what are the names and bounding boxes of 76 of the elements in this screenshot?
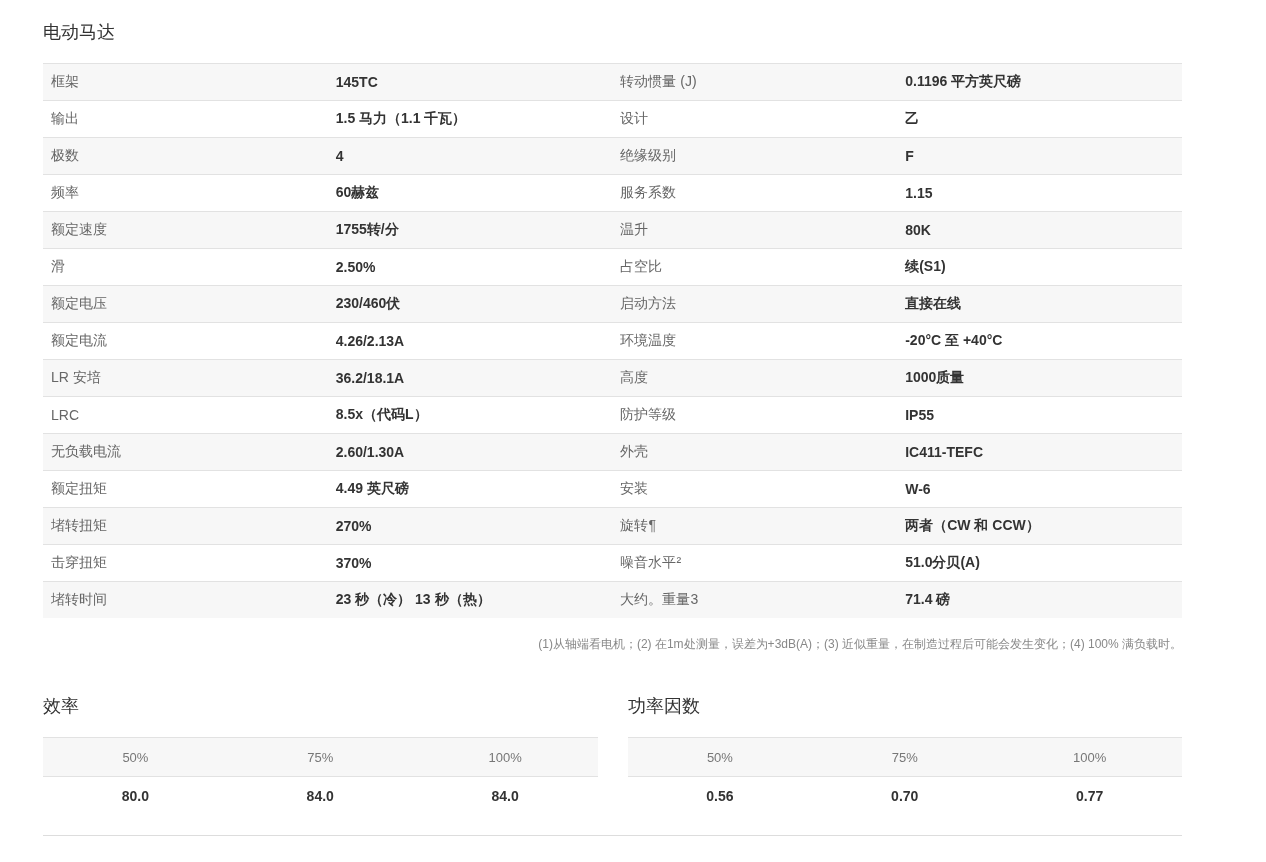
table-title: 功率因数 [627,695,700,718]
spec-label: 环境温度 [620,332,677,348]
spec-label: 额定速度 [51,221,107,237]
spec-label: 高度 [620,369,649,385]
spec-value: 4.26/2.13A [335,333,405,349]
spec-label: 额定扭矩 [51,480,107,496]
spec-value: 71.4 磅 [905,591,951,607]
spec-value: 1000质量 [905,369,965,385]
spec-label: LR 安培 [51,369,101,385]
spec-label: 温升 [620,221,649,237]
spec-value: W-6 [905,481,931,497]
column-header: 50% [627,737,813,777]
spec-label: 输出 [51,110,79,126]
column-header: 100% [997,737,1182,777]
spec-label: 设计 [620,110,649,126]
table-cell: 0.56 [627,776,813,815]
section-title: 电动马达 [43,21,115,44]
spec-label: 占空比 [620,258,663,274]
spec-value: 370% [335,555,372,571]
spec-value: 8.5x（代码L） [335,406,428,422]
spec-value: 1755转/分 [335,221,399,237]
footnote: (1)从轴端看电机；(2) 在1m处测量，误差为+3dB(A)；(3) 近似重量，在制造过程后可能会发生变化；(4) 100% 满负载时。 [538,636,1182,653]
spec-value: 80K [905,222,931,238]
table-cell: 84.0 [412,776,598,815]
spec-value: 1.5 马力（1.1 千瓦） [335,110,467,126]
spec-value: 1.15 [905,185,933,201]
table-cell: 84.0 [227,776,413,815]
spec-label: 无负载电流 [51,443,121,459]
spec-value: 230/460伏 [335,295,401,311]
spec-value: 直接在线 [905,295,962,311]
spec-label: 外壳 [620,443,649,459]
spec-value: 乙 [905,110,920,126]
spec-value: IC411-TEFC [905,444,983,460]
spec-label: 击穿扭矩 [51,554,107,570]
column-header: 75% [812,737,998,777]
spec-label: 旋转¶ [620,517,656,533]
spec-label: 服务系数 [620,184,677,200]
column-header: 50% [43,737,228,777]
spec-label: 启动方法 [620,295,677,311]
spec-value: F [905,148,914,164]
table-cell: 0.77 [997,776,1182,815]
spec-value: 2.50% [335,259,376,275]
spec-value: 两者（CW 和 CCW） [905,517,1040,533]
spec-label: 防护等级 [620,406,677,422]
spec-label: 额定电流 [51,332,107,348]
spec-label: 大约。重量3 [620,591,699,607]
spec-label: LRC [51,407,79,423]
spec-value: 4 [335,148,344,164]
spec-label: 转动惯量 (J) [620,73,697,89]
table-cell: 80.0 [43,776,228,815]
spec-label: 安装 [620,480,649,496]
table-title: 效率 [43,695,79,718]
spec-label: 堵转时间 [51,591,107,607]
spec-label: 噪音水平² [620,554,682,570]
spec-label: 滑 [51,258,65,274]
spec-label: 额定电压 [51,295,107,311]
spec-value: 36.2/18.1A [335,370,405,386]
spec-label: 绝缘级别 [620,147,677,163]
spec-label: 堵转扭矩 [51,517,107,533]
spec-value: 0.1196 平方英尺磅 [905,73,1022,89]
column-header: 100% [412,737,598,777]
spec-label: 频率 [51,184,79,200]
spec-value: 51.0分贝(A) [905,554,980,570]
spec-value: 23 秒（冷） 13 秒（热） [335,591,491,607]
table-cell: 0.70 [812,776,998,815]
spec-label: 极数 [51,147,79,163]
spec-value: 4.49 英尺磅 [335,480,409,496]
spec-value: 270% [335,518,372,534]
spec-value: 145TC [335,74,378,90]
spec-value: 60赫兹 [335,184,380,200]
spec-label: 框架 [51,73,79,89]
spec-value: 2.60/1.30A [335,444,405,460]
spec-value: -20°C 至 +40°C [905,332,1003,348]
column-header: 75% [227,737,413,777]
spec-value: IP55 [905,407,934,423]
spec-value: 续(S1) [905,258,946,274]
